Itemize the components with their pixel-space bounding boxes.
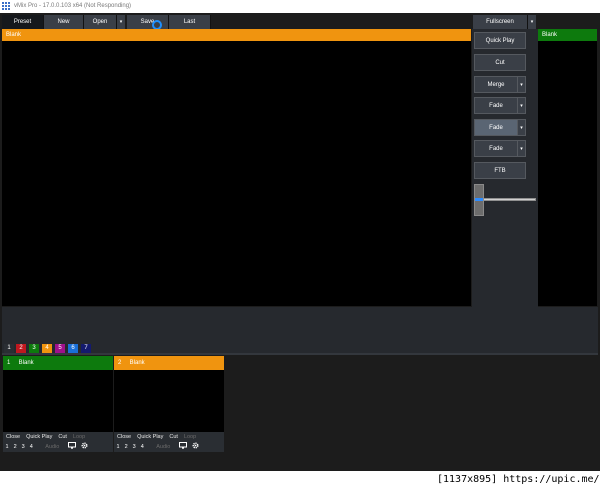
input-tab-row: [2, 341, 598, 353]
gear-icon[interactable]: [78, 442, 90, 452]
tab-6[interactable]: 6: [68, 344, 78, 353]
monitor-icon[interactable]: [173, 442, 190, 452]
quick-play-button[interactable]: Quick Play: [474, 32, 526, 49]
save-button[interactable]: Save: [127, 15, 169, 29]
last-button[interactable]: Last: [169, 15, 211, 29]
input-card-1[interactable]: 1 Blank Close Quick Play Cut Loop 1 2 3 …: [3, 356, 113, 452]
preset-button[interactable]: Preset: [2, 15, 44, 29]
overlay-1-button[interactable]: 1: [114, 442, 122, 452]
close-button[interactable]: Close: [114, 432, 134, 442]
input-title: Blank: [18, 360, 34, 366]
overlay-3-button[interactable]: 3: [19, 442, 27, 452]
t-bar-track[interactable]: [480, 198, 536, 201]
overlay-4-button[interactable]: 4: [138, 442, 146, 452]
t-bar-handle[interactable]: [474, 184, 484, 216]
close-button[interactable]: Close: [3, 432, 23, 442]
input-2-overlays: 1 2 3 4 Audio: [114, 442, 224, 452]
fade-1-dropdown-icon[interactable]: ▾: [518, 97, 526, 114]
input-2-controls: Close Quick Play Cut Loop: [114, 432, 224, 442]
tab-1[interactable]: 1: [4, 344, 14, 353]
cut-button[interactable]: Cut: [166, 432, 181, 442]
overlay-2-button[interactable]: 2: [122, 442, 130, 452]
preview-window[interactable]: [2, 41, 471, 306]
overlay-2-button[interactable]: 2: [11, 442, 19, 452]
input-number: 1: [7, 360, 11, 366]
quick-play-button[interactable]: Quick Play: [23, 432, 55, 442]
input-1-preview[interactable]: [3, 370, 113, 432]
loop-button[interactable]: Loop: [70, 432, 88, 442]
fade-button-2[interactable]: Fade: [474, 119, 518, 136]
input-1-overlays: 1 2 3 4 Audio: [3, 442, 113, 452]
input-card-2[interactable]: 2 Blank Close Quick Play Cut Loop 1 2 3 …: [114, 356, 224, 452]
overlay-3-button[interactable]: 3: [130, 442, 138, 452]
open-button[interactable]: Open: [84, 15, 117, 29]
watermark-text: [1137x895] https://upic.me/: [437, 472, 600, 487]
audio-button[interactable]: Audio: [35, 442, 62, 452]
tab-2[interactable]: 2: [16, 344, 26, 353]
tab-4[interactable]: 4: [42, 344, 52, 353]
overlay-4-button[interactable]: 4: [27, 442, 35, 452]
merge-dropdown-icon[interactable]: ▾: [518, 76, 526, 93]
gear-icon[interactable]: [189, 442, 201, 452]
fullscreen-dropdown-icon[interactable]: ▾: [528, 15, 536, 29]
fade-3-dropdown-icon[interactable]: ▾: [518, 140, 526, 157]
loop-button[interactable]: Loop: [181, 432, 199, 442]
input-title: Blank: [129, 360, 145, 366]
tab-5[interactable]: 5: [55, 344, 65, 353]
fade-button-3[interactable]: Fade: [474, 140, 518, 157]
overlay-1-button[interactable]: 1: [3, 442, 11, 452]
window-title: vMix Pro - 17.0.0.103 x64 (Not Respondin…: [14, 3, 132, 9]
tab-7[interactable]: 7: [81, 344, 91, 353]
title-bar: vMix Pro - 17.0.0.103 x64 (Not Respondin…: [0, 0, 600, 13]
ftb-button[interactable]: FTB: [474, 162, 526, 179]
input-1-controls: Close Quick Play Cut Loop: [3, 432, 113, 442]
preview-label: Blank: [2, 29, 471, 41]
open-dropdown-icon[interactable]: ▾: [117, 15, 125, 29]
input-2-header[interactable]: 2 Blank: [114, 356, 224, 370]
middle-bar: [2, 307, 598, 341]
output-window: [538, 41, 597, 306]
output-label: Blank: [538, 29, 597, 41]
cut-button[interactable]: Cut: [55, 432, 70, 442]
quick-play-button[interactable]: Quick Play: [134, 432, 166, 442]
fullscreen-button[interactable]: Fullscreen: [473, 15, 528, 29]
fade-2-dropdown-icon[interactable]: ▾: [518, 119, 526, 136]
input-1-header[interactable]: 1 Blank: [3, 356, 113, 370]
tab-3[interactable]: 3: [29, 344, 39, 353]
input-2-preview[interactable]: [114, 370, 224, 432]
merge-button[interactable]: Merge: [474, 76, 518, 93]
audio-button[interactable]: Audio: [146, 442, 173, 452]
input-number: 2: [118, 360, 122, 366]
fade-button-1[interactable]: Fade: [474, 97, 518, 114]
monitor-icon[interactable]: [62, 442, 79, 452]
vmix-app-icon: [2, 2, 11, 11]
new-button[interactable]: New: [44, 15, 84, 29]
cut-button[interactable]: Cut: [474, 54, 526, 71]
